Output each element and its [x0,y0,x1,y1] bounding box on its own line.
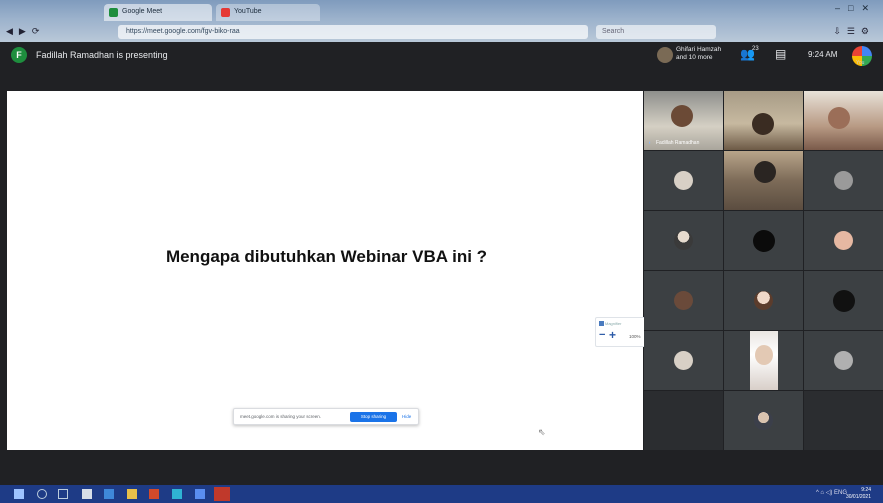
participant-tile[interactable]: Fadillah Ramadhan ◖ [644,91,723,150]
taskbar-date: 30/01/2021 [845,494,871,500]
screen: Google Meet YouTube –□✕ ◀▶⟳ https://meet… [0,0,883,503]
participant-tile[interactable] [724,271,803,330]
app-icon[interactable] [172,489,182,499]
lock-icon[interactable] [82,489,92,499]
powerpoint-icon[interactable] [214,487,230,501]
browser-chrome: Google Meet YouTube –□✕ ◀▶⟳ https://meet… [0,0,883,42]
participant-tile[interactable] [804,211,883,270]
magnifier-name: Magnifier [605,321,622,326]
system-tray[interactable]: ^ ⌂ ◁) ENG [816,489,847,496]
people-count: 23 [752,46,759,52]
tab-label: YouTube [234,8,262,15]
participant-person [752,113,774,135]
participant-person [671,105,693,127]
participant-avatar [752,229,775,252]
participant-tile[interactable] [724,91,803,150]
participant-avatar [832,289,855,312]
window-controls[interactable]: –□✕ [835,3,877,14]
tab-youtube[interactable]: YouTube [216,4,320,21]
folder-icon[interactable] [127,489,137,499]
participant-person [754,161,776,183]
taskbar-clock[interactable]: 9:24 30/01/2021 [846,487,871,501]
chat-icon[interactable]: ▤ [775,47,786,61]
stop-sharing-button[interactable]: Stop sharing [350,412,397,422]
participant-tile-empty [804,391,883,450]
participant-tile[interactable] [804,91,883,150]
extension-icons[interactable]: ⇩☰⚙ [833,26,875,37]
participant-thumbnail [657,47,673,63]
search-field[interactable]: Search [596,25,716,39]
participant-tile[interactable] [804,271,883,330]
task-view-icon[interactable] [58,489,68,499]
presenter-avatar: F [11,47,27,63]
participant-tile[interactable] [644,271,723,330]
zoom-in-button[interactable]: + [609,328,616,342]
participant-tile[interactable] [724,331,803,390]
magnifier-widget: Magnifier − + 100% [595,317,650,347]
meet-bottom-area [0,450,883,485]
participant-tile[interactable] [644,211,723,270]
meeting-time: 9:24 AM [808,50,838,59]
address-field[interactable]: https://meet.google.com/fgv-biko-raa [118,25,588,39]
presentation-slide: Mengapa dibutuhkan Webinar VBA ini ? mee… [7,91,650,450]
meet-top-bar: F Fadillah Ramadhan is presenting Ghifar… [0,42,883,68]
meet-favicon-icon [109,8,118,17]
participant-tile[interactable] [644,331,723,390]
participant-avatar [673,290,693,310]
taskbar-time: 9:24 [861,487,871,493]
windows-taskbar: ^ ⌂ ◁) ENG 9:24 30/01/2021 [0,485,883,503]
participant-tile[interactable] [804,151,883,210]
magnifier-icon [599,321,604,326]
zoom-out-button[interactable]: − [599,329,605,341]
participant-tile[interactable] [804,331,883,390]
participant-avatar [833,350,853,370]
youtube-favicon-icon [221,8,230,17]
participant-avatar [753,290,773,310]
zoom-percent: 100% [629,334,641,339]
participant-avatar [753,410,773,430]
mail-icon[interactable] [195,489,205,499]
participant-person [755,345,773,365]
participant-tile[interactable] [644,151,723,210]
participant-tile[interactable] [724,391,803,450]
share-message: meet.google.com is sharing your screen. [240,414,322,419]
edge-icon[interactable] [104,489,114,499]
participant-avatar [673,350,693,370]
participant-avatar [673,170,693,190]
participant-grid: Fadillah Ramadhan ◖ [644,91,883,450]
hide-banner-link[interactable]: Hide [402,414,411,419]
account-label: You [856,60,865,66]
mouse-cursor-icon: ⇖ [538,427,546,437]
start-icon[interactable] [14,489,24,499]
nav-buttons[interactable]: ◀▶⟳ [6,26,45,37]
participant-tile[interactable] [724,151,803,210]
participant-tile[interactable] [724,211,803,270]
presenter-status: Fadillah Ramadhan is presenting [36,50,168,60]
participant-avatar [833,230,853,250]
firefox-icon[interactable] [149,489,159,499]
participant-tile-empty [644,391,723,450]
search-icon[interactable] [37,489,47,499]
tab-label: Google Meet [122,8,163,15]
url-bar: ◀▶⟳ https://meet.google.com/fgv-biko-raa… [0,22,883,42]
participant-person [828,107,850,129]
mic-icon: ◖ [648,140,652,146]
participant-name: Fadillah Ramadhan [656,140,700,146]
participant-avatar [673,230,693,250]
participants-preview[interactable]: Ghifari Hamzah and 10 more [676,46,724,62]
tab-meet[interactable]: Google Meet [104,4,212,21]
slide-title: Mengapa dibutuhkan Webinar VBA ini ? [165,247,488,266]
screen-share-banner: meet.google.com is sharing your screen. … [233,408,419,425]
participant-avatar [833,170,853,190]
tab-bar: Google Meet YouTube –□✕ [0,0,883,22]
